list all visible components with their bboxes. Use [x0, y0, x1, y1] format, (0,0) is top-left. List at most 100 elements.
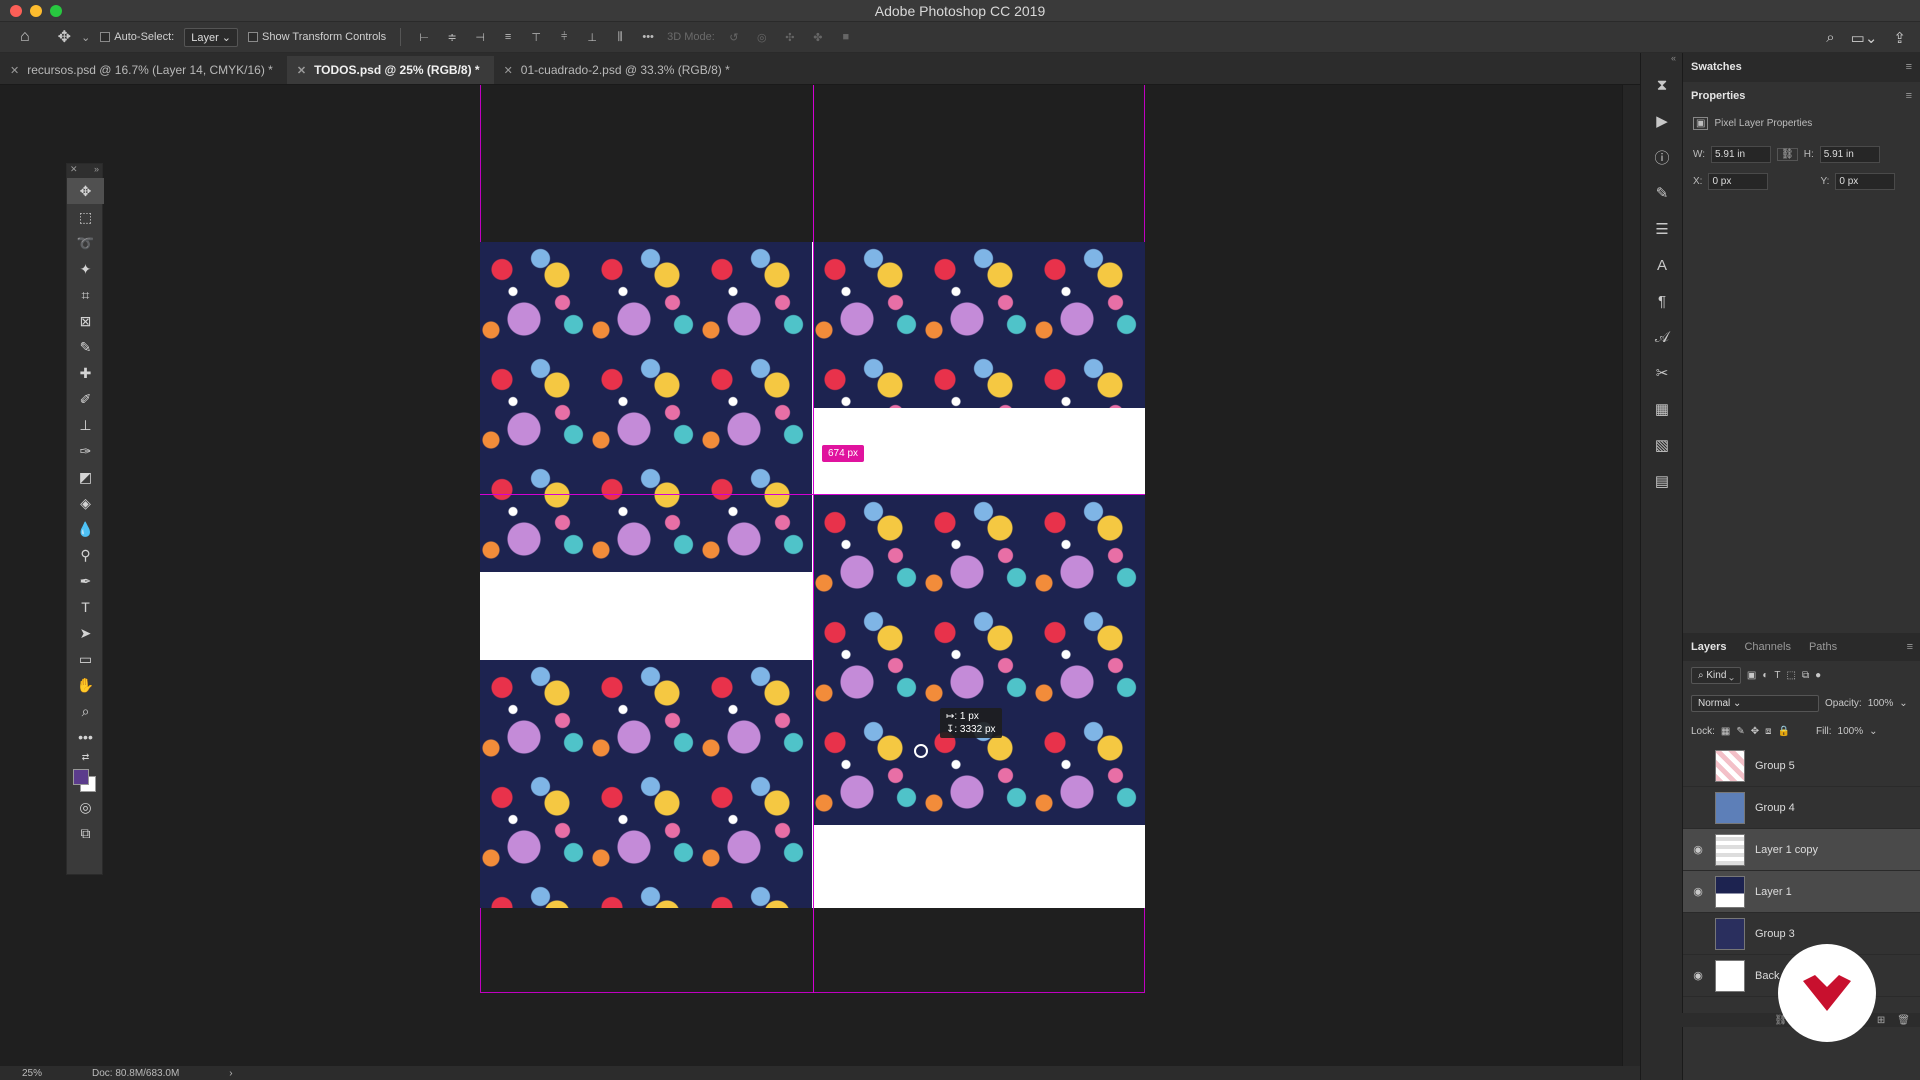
collapse-panel-icon[interactable]: » [94, 164, 99, 178]
layer-row[interactable]: Group 3 [1683, 913, 1920, 955]
layer-name[interactable]: Group 4 [1755, 802, 1795, 814]
slide-3d-icon[interactable]: ✤ [809, 29, 827, 45]
kind-filter-dropdown[interactable]: ⌕ Kind ⌄ [1691, 666, 1741, 684]
filter-pixel-icon[interactable]: ▣ [1747, 670, 1756, 681]
align-center-h-icon[interactable]: ≑ [443, 29, 461, 45]
move-tool-icon[interactable]: ✥ [58, 27, 71, 47]
screen-mode-icon[interactable]: ⧉ [67, 820, 104, 846]
panel-menu-icon[interactable]: ≡ [1906, 90, 1912, 102]
dodge-tool-icon[interactable]: ⚲ [67, 542, 104, 568]
history-brush-tool-icon[interactable]: ✑ [67, 438, 104, 464]
type-tool-icon[interactable]: T [67, 594, 104, 620]
align-top-icon[interactable]: ⊤ [527, 29, 545, 45]
collapse-icons-icon[interactable]: « [1641, 53, 1682, 67]
filter-toggle-icon[interactable]: ● [1815, 670, 1821, 681]
height-field[interactable]: 5.91 in [1819, 146, 1880, 163]
marquee-tool-icon[interactable]: ⬚ [67, 204, 104, 230]
eyedropper-tool-icon[interactable]: ✎ [67, 334, 104, 360]
more-options-icon[interactable]: ••• [639, 29, 657, 45]
opacity-chevron-icon[interactable]: ⌄ [1899, 698, 1907, 709]
tab-paths[interactable]: Paths [1809, 641, 1837, 653]
tab-cuadrado[interactable]: ✕ 01-cuadrado-2.psd @ 33.3% (RGB/8) * [493, 56, 744, 84]
home-icon[interactable]: ⌂ [20, 28, 30, 46]
pan-3d-icon[interactable]: ✣ [781, 29, 799, 45]
eye-icon[interactable]: ◉ [1691, 885, 1705, 898]
panel-menu-icon[interactable]: ≡ [1906, 61, 1912, 73]
adjustments-panel-icon[interactable]: ☰ [1641, 211, 1683, 247]
scale-3d-icon[interactable]: ■ [837, 29, 855, 45]
align-right-icon[interactable]: ⊣ [471, 29, 489, 45]
zoom-level[interactable]: 25% [22, 1068, 42, 1079]
pen-tool-icon[interactable]: ✒ [67, 568, 104, 594]
eye-icon[interactable]: ◉ [1691, 969, 1705, 982]
tool-presets-icon[interactable]: ✂ [1641, 355, 1683, 391]
workspace-icon[interactable]: ▭⌄ [1851, 29, 1878, 47]
tab-todos[interactable]: ✕ TODOS.psd @ 25% (RGB/8) * [286, 56, 494, 84]
opacity-field[interactable]: 100% [1868, 698, 1894, 709]
roll-3d-icon[interactable]: ◎ [753, 29, 771, 45]
tab-properties[interactable]: Properties [1691, 90, 1745, 102]
layer-row[interactable]: ◉ Layer 1 [1683, 871, 1920, 913]
filter-smart-object-icon[interactable]: ⧉ [1802, 670, 1809, 681]
gradients-panel-icon[interactable]: ▤ [1641, 463, 1683, 499]
layer-name[interactable]: Back [1755, 970, 1779, 982]
fill-chevron-icon[interactable]: ⌄ [1869, 726, 1877, 737]
clone-stamp-tool-icon[interactable]: ⊥ [67, 412, 104, 438]
paint-bucket-tool-icon[interactable]: ◈ [67, 490, 104, 516]
lock-pixels-icon[interactable]: ✎ [1736, 726, 1744, 737]
layer-name[interactable]: Group 5 [1755, 760, 1795, 772]
quick-mask-icon[interactable]: ◎ [67, 794, 104, 820]
brush-tool-icon[interactable]: ✐ [67, 386, 104, 412]
eraser-tool-icon[interactable]: ◩ [67, 464, 104, 490]
minimize-window-button[interactable] [30, 5, 42, 17]
vertical-scrollbar[interactable] [1622, 85, 1640, 1066]
close-tab-icon[interactable]: ✕ [10, 64, 19, 77]
new-layer-icon[interactable]: ⊞ [1877, 1015, 1885, 1026]
show-transform-checkbox[interactable]: Show Transform Controls [248, 31, 386, 43]
align-left-icon[interactable]: ⊢ [415, 29, 433, 45]
lock-position-icon[interactable]: ✥ [1751, 726, 1759, 737]
tab-swatches[interactable]: Swatches [1691, 61, 1742, 73]
actions-panel-icon[interactable]: ▶ [1641, 103, 1683, 139]
filter-shape-icon[interactable]: ⬚ [1787, 670, 1796, 681]
fill-field[interactable]: 100% [1838, 726, 1864, 737]
blur-tool-icon[interactable]: 💧 [67, 516, 104, 542]
layer-name[interactable]: Layer 1 copy [1755, 844, 1818, 856]
healing-brush-tool-icon[interactable]: ✚ [67, 360, 104, 386]
properties-panel-header[interactable]: Properties ≡ [1683, 81, 1920, 109]
swatches-panel-header[interactable]: Swatches ≡ [1683, 53, 1920, 81]
width-field[interactable]: 5.91 in [1711, 146, 1772, 163]
patterns-panel-icon[interactable]: ▦ [1641, 391, 1683, 427]
auto-select-dropdown[interactable]: Layer ⌄ [184, 27, 239, 47]
layer-name[interactable]: Group 3 [1755, 928, 1795, 940]
lock-transparency-icon[interactable]: ▦ [1721, 726, 1730, 737]
align-bottom-icon[interactable]: ⊥ [583, 29, 601, 45]
close-panel-icon[interactable]: ✕ [70, 164, 78, 178]
lock-all-icon[interactable]: 🔒 [1778, 726, 1790, 737]
character-panel-icon[interactable]: A [1641, 247, 1683, 283]
swap-colors-icon[interactable]: ⇄ [67, 750, 104, 764]
tool-preset-chevron-icon[interactable]: ⌄ [81, 31, 90, 44]
history-panel-icon[interactable]: ⧗ [1641, 67, 1683, 103]
zoom-tool-icon[interactable]: ⌕ [67, 698, 104, 724]
x-field[interactable]: 0 px [1708, 173, 1769, 190]
edit-toolbar-icon[interactable]: ••• [67, 724, 104, 750]
filter-adjustment-icon[interactable]: ◐ [1762, 670, 1768, 681]
brush-settings-icon[interactable]: ✎ [1641, 175, 1683, 211]
tab-channels[interactable]: Channels [1744, 641, 1790, 653]
layer-row[interactable]: Group 5 [1683, 745, 1920, 787]
hand-tool-icon[interactable]: ✋ [67, 672, 104, 698]
zoom-window-button[interactable] [50, 5, 62, 17]
move-tool-icon[interactable]: ✥ [67, 178, 104, 204]
info-panel-icon[interactable]: ⓘ [1641, 139, 1683, 175]
close-window-button[interactable] [10, 5, 22, 17]
styles-panel-icon[interactable]: ▧ [1641, 427, 1683, 463]
blend-mode-dropdown[interactable]: Normal ⌄ [1691, 694, 1819, 712]
foreground-color-swatch[interactable] [73, 769, 89, 785]
align-middle-v-icon[interactable]: ⫩ [555, 29, 573, 45]
link-icon[interactable]: ⛓ [1777, 148, 1798, 161]
eye-icon[interactable]: ◉ [1691, 843, 1705, 856]
close-tab-icon[interactable]: ✕ [297, 64, 306, 77]
status-menu-chevron-icon[interactable]: › [229, 1068, 232, 1079]
rectangle-tool-icon[interactable]: ▭ [67, 646, 104, 672]
